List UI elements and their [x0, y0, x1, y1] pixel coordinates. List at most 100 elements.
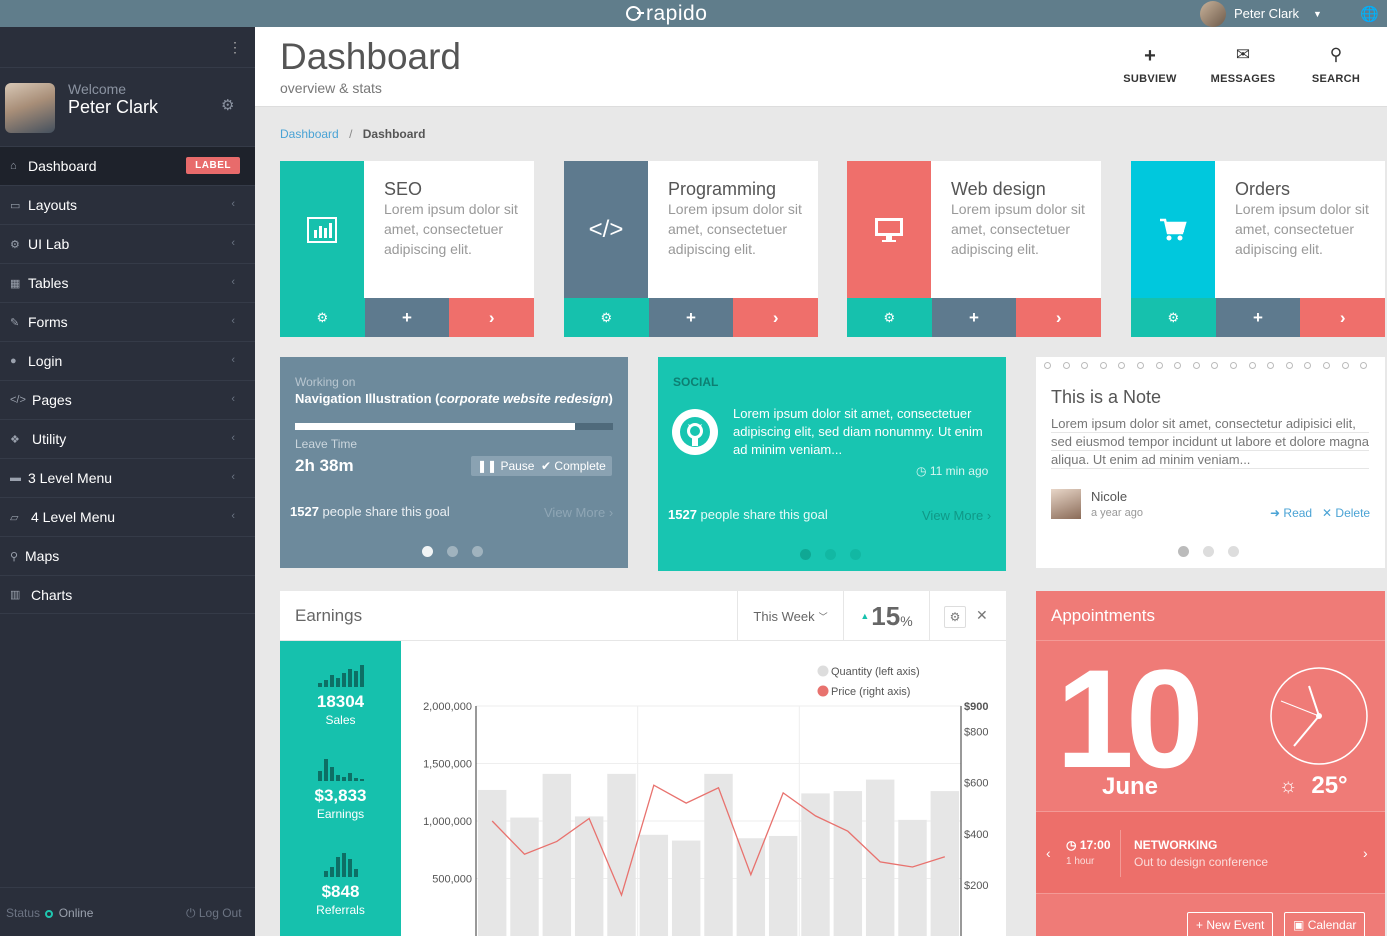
carousel-dot[interactable] [1228, 546, 1239, 557]
sidebar-item-pages[interactable]: </> Pages ‹ [0, 380, 255, 419]
stat-earnings: $3,833 Earnings [280, 755, 401, 821]
y-tick-right: $200 [964, 880, 988, 892]
close-icon[interactable]: ✕ [976, 607, 988, 624]
new-event-button[interactable]: + New Event [1187, 912, 1274, 936]
project-title: Navigation Illustration [295, 391, 432, 406]
carousel-dot[interactable] [472, 546, 483, 557]
legend-marker [817, 685, 829, 697]
subview-button[interactable]: + SUBVIEW [1105, 45, 1195, 87]
add-button[interactable]: + [1215, 298, 1301, 337]
plus-icon: + [402, 307, 412, 327]
stat-value: $3,833 [314, 786, 367, 805]
top-user-menu[interactable]: Peter Clark ▼ [1200, 0, 1322, 27]
read-button[interactable]: ➜ Read [1270, 506, 1312, 520]
search-button[interactable]: ⚲ SEARCH [1291, 45, 1381, 87]
add-button[interactable]: + [648, 298, 734, 337]
sidebar-item-label: Tables [28, 275, 69, 291]
sidebar-item-login[interactable]: ● Login ‹ [0, 341, 255, 380]
th-icon: ▦ [10, 277, 21, 290]
next-button[interactable]: › [1300, 298, 1386, 337]
earnings-stats: 18304 Sales $3,833 Earnings $848 Referra… [280, 641, 401, 936]
period-dropdown[interactable]: This Week ﹀ [737, 591, 843, 641]
clock-icon: ◷ [1066, 838, 1077, 852]
carousel-dot[interactable] [447, 546, 458, 557]
sidebar-item-charts[interactable]: ▥ Charts [0, 575, 255, 614]
sidebar-item-3-level-menu[interactable]: ▬ 3 Level Menu ‹ [0, 458, 255, 497]
card-text: Lorem ipsum dolor sit amet, consectetuer… [668, 201, 802, 257]
messages-button[interactable]: ✉ MESSAGES [1198, 45, 1288, 87]
card-title: Programming [668, 179, 777, 199]
top-user-name: Peter Clark [1234, 6, 1300, 21]
chart-bar [639, 834, 669, 936]
settings-button[interactable]: ⚙ [280, 298, 365, 337]
add-button[interactable]: + [931, 298, 1017, 337]
carousel-dot[interactable] [1203, 546, 1214, 557]
settings-button[interactable]: ⚙ [1131, 298, 1216, 337]
carousel-dot[interactable] [800, 549, 811, 560]
percent-value: 15 [871, 600, 901, 631]
more-options-icon[interactable]: ⋮ [228, 39, 242, 56]
gear-icon[interactable]: ⚙ [944, 606, 966, 628]
breadcrumb-link[interactable]: Dashboard [280, 127, 339, 141]
sidebar-item-label: Layouts [28, 197, 78, 213]
chevron-right-icon[interactable]: › [1363, 845, 1368, 861]
cogs-icon: ⚙ [10, 238, 20, 251]
sidebar-item-utility[interactable]: ❖ Utility ‹ [0, 419, 255, 458]
globe-icon[interactable]: 🌐 [1360, 0, 1379, 27]
pause-button[interactable]: ❚❚ Pause [471, 456, 541, 476]
y-tick-right: $800 [964, 727, 988, 739]
page-title: Dashboard [280, 36, 462, 77]
chevron-left-icon: ‹ [231, 198, 235, 210]
card-actions: ⚙ + › [1131, 298, 1386, 337]
view-more-link[interactable]: View More › [922, 508, 991, 523]
sidebar-item-4-level-menu[interactable]: ▱ 4 Level Menu ‹ [0, 497, 255, 536]
stat-sales: 18304 Sales [280, 661, 401, 727]
delete-label: Delete [1335, 506, 1371, 520]
delete-button[interactable]: ✕ Delete [1322, 506, 1370, 520]
status-badge: LABEL [186, 157, 240, 174]
logo[interactable]: rapido [626, 0, 707, 27]
sidebar-item-forms[interactable]: ✎ Forms ‹ [0, 302, 255, 341]
sidebar-footer: Status Online ⏻ Log Out [0, 887, 255, 936]
carousel-dot[interactable] [1178, 546, 1189, 557]
carousel-dot[interactable] [850, 549, 861, 560]
settings-button[interactable]: ⚙ [847, 298, 932, 337]
complete-button[interactable]: ✔ Complete [535, 456, 612, 476]
settings-button[interactable]: ⚙ [564, 298, 649, 337]
share-text: 1527 people share this goal [290, 504, 450, 519]
carousel-dot[interactable] [422, 546, 433, 557]
gear-icon[interactable]: ⚙ [221, 96, 234, 114]
card-actions: ⚙ + › [847, 298, 1102, 337]
sparkline-icon [280, 755, 401, 781]
add-button[interactable]: + [364, 298, 450, 337]
share-label: people share this goal [700, 507, 828, 522]
folder-icon: ▬ [10, 472, 21, 484]
carousel-dot[interactable] [825, 549, 836, 560]
sidebar-item-label: Charts [31, 586, 73, 603]
gear-icon: ⚙ [316, 309, 329, 325]
sidebar-item-ui-lab[interactable]: ⚙ UI Lab ‹ [0, 224, 255, 263]
next-button[interactable]: › [733, 298, 819, 337]
percent-change: ▲ 15 % [843, 591, 929, 641]
sidebar-item-layouts[interactable]: ▭ Layouts ‹ [0, 185, 255, 224]
logout-button[interactable]: ⏻ Log Out [186, 906, 242, 921]
appointments-panel: Appointments 10 June ☼ 25° ‹ ◷ 17:00 1 h… [1036, 591, 1385, 936]
sidebar-item-tables[interactable]: ▦ Tables ‹ [0, 263, 255, 302]
card-orders: Orders Lorem ipsum dolor sit amet, conse… [1131, 161, 1386, 337]
read-label: Read [1283, 506, 1313, 520]
caret-down-icon: ▼ [1313, 8, 1322, 19]
new-event-label: New Event [1206, 918, 1265, 932]
clock-icon [1270, 667, 1368, 765]
stat-label: Referrals [316, 903, 365, 917]
earnings-chart: 2,000,000 1,500,000 1,000,000 500,000 $900 $8… [423, 665, 988, 936]
view-more-link[interactable]: View More › [544, 505, 613, 520]
sidebar-item-dashboard[interactable]: ⌂ Dashboard LABEL [0, 146, 255, 185]
logo-text: rapido [646, 1, 708, 25]
chevron-left-icon[interactable]: ‹ [1046, 845, 1051, 861]
next-button[interactable]: › [449, 298, 535, 337]
next-button[interactable]: › [1016, 298, 1102, 337]
progress-bar [295, 423, 613, 430]
sidebar-item-maps[interactable]: ⚲ Maps [0, 536, 255, 575]
card-text: Lorem ipsum dolor sit amet, consectetuer… [1235, 201, 1369, 257]
calendar-button[interactable]: ▣ Calendar [1284, 912, 1366, 936]
